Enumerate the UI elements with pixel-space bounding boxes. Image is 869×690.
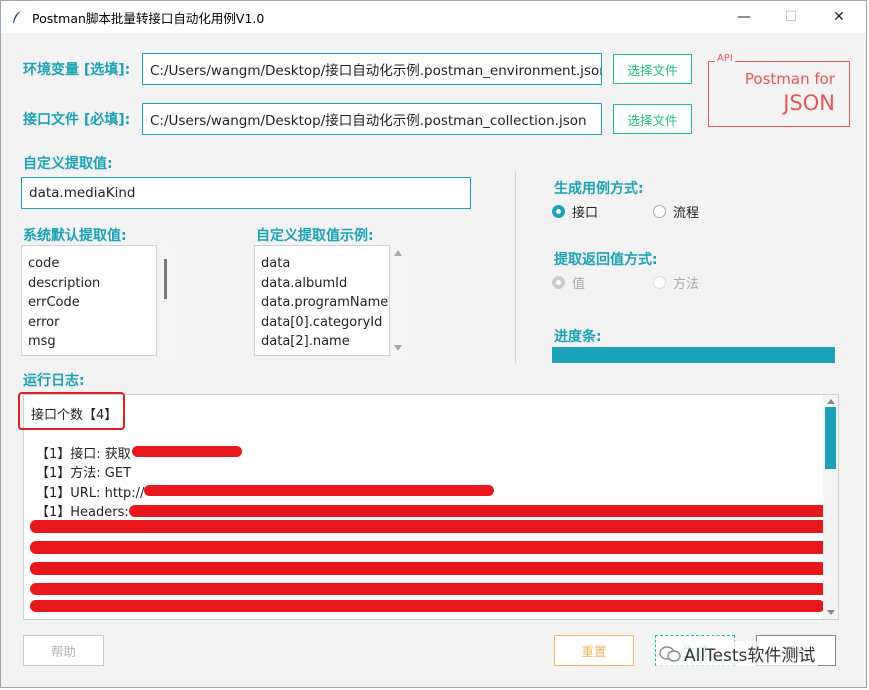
api-badge-legend: API	[715, 53, 735, 64]
feather-icon	[13, 11, 21, 23]
radio-selected-icon	[552, 205, 565, 218]
generate-mode-flow-radio[interactable]: 流程	[653, 202, 699, 221]
scroll-down-icon[interactable]	[827, 610, 835, 615]
maximize-button[interactable]: ☐	[768, 1, 814, 33]
redaction-mark	[30, 541, 830, 554]
progress-bar	[552, 347, 835, 363]
extract-mode-method-radio[interactable]: 方法	[653, 273, 699, 292]
api-badge: API Postman for JSON	[708, 53, 850, 127]
scrollbar-thumb[interactable]	[825, 407, 836, 469]
close-button[interactable]: ✕	[816, 1, 862, 33]
generate-mode-label: 生成用例方式:	[554, 181, 644, 197]
minimize-button[interactable]: —	[721, 1, 767, 33]
api-file-choose-file-button[interactable]: 选择文件	[613, 104, 692, 134]
default-extract-list[interactable]: code description errCode error msg	[21, 245, 157, 356]
list-item[interactable]: data.programName	[255, 293, 389, 313]
list-item[interactable]: data[2].name	[255, 332, 389, 352]
redaction-mark	[30, 562, 830, 575]
redaction-mark	[30, 583, 830, 595]
redaction-mark	[144, 485, 494, 496]
list-item[interactable]: msg	[22, 332, 156, 352]
radio-label: 值	[572, 277, 586, 292]
list-item[interactable]: description	[22, 274, 156, 294]
example-extract-scrollbar[interactable]	[391, 245, 406, 356]
extract-mode-value-radio[interactable]: 值	[552, 273, 585, 292]
list-item[interactable]: data	[255, 254, 389, 274]
list-item[interactable]: errCode	[22, 293, 156, 313]
scroll-up-icon[interactable]	[827, 399, 835, 404]
extract-mode-label: 提取返回值方式:	[554, 252, 658, 268]
radio-label: 流程	[673, 206, 700, 221]
log-label: 运行日志:	[23, 373, 85, 389]
env-choose-file-button[interactable]: 选择文件	[613, 54, 692, 84]
title-bar: Postman脚本批量转接口自动化用例V1.0 — ☐ ✕	[1, 1, 866, 33]
radio-selected-icon	[552, 276, 565, 289]
list-item[interactable]: data[0].categoryId	[255, 313, 389, 333]
highlight-annotation	[18, 392, 125, 430]
redaction-mark	[30, 600, 825, 612]
app-window: Postman脚本批量转接口自动化用例V1.0 — ☐ ✕ 环境变量 [选填]:…	[0, 0, 867, 688]
default-extract-scrollbar[interactable]	[158, 245, 174, 356]
watermark: AllTests软件测试	[656, 641, 819, 666]
radio-unselected-icon	[653, 205, 666, 218]
list-item[interactable]: data.albumId	[255, 274, 389, 294]
redaction-mark	[30, 520, 830, 533]
radio-label: 方法	[673, 277, 700, 292]
custom-extract-label: 自定义提取值:	[23, 156, 113, 172]
log-line: 【1】方法: GET	[36, 466, 132, 481]
redaction-mark	[132, 446, 242, 457]
example-extract-label: 自定义提取值示例:	[256, 228, 374, 244]
api-file-path-field[interactable]: C:/Users/wangm/Desktop/接口自动化示例.postman_c…	[142, 103, 602, 135]
scroll-up-icon[interactable]	[394, 250, 402, 256]
list-item[interactable]: code	[22, 254, 156, 274]
radio-label: 接口	[572, 206, 599, 221]
default-extract-label: 系统默认提取值:	[23, 228, 127, 244]
custom-extract-field[interactable]: data.mediaKind	[21, 177, 471, 209]
radio-unselected-icon	[653, 276, 666, 289]
log-line: 【1】URL: http://	[36, 486, 145, 501]
log-line: 【1】Headers:	[36, 505, 129, 520]
api-badge-line1: Postman for	[744, 70, 835, 88]
watermark-text: AllTests软件测试	[684, 646, 816, 666]
reset-button[interactable]: 重置	[554, 635, 634, 666]
api-file-label: 接口文件 [必填]:	[23, 112, 131, 128]
vertical-divider	[515, 171, 516, 363]
help-button[interactable]: 帮助	[23, 635, 104, 666]
env-path-field[interactable]: C:/Users/wangm/Desktop/接口自动化示例.postman_e…	[142, 53, 602, 85]
api-badge-line2: JSON	[783, 91, 835, 115]
wechat-icon	[659, 645, 681, 662]
log-textarea[interactable]: 接口个数【4】 【1】接口: 获取 【1】方法: GET 【1】URL: htt…	[23, 394, 839, 620]
redaction-mark	[129, 505, 829, 517]
scroll-down-icon[interactable]	[394, 345, 402, 351]
window-title: Postman脚本批量转接口自动化用例V1.0	[32, 10, 265, 26]
generate-mode-api-radio[interactable]: 接口	[552, 202, 598, 221]
example-extract-list[interactable]: data data.albumId data.programName data[…	[254, 245, 390, 356]
env-label: 环境变量 [选填]:	[23, 62, 131, 78]
list-item[interactable]: error	[22, 313, 156, 333]
log-line: 【1】接口: 获取	[36, 447, 131, 462]
log-scrollbar[interactable]	[823, 395, 838, 619]
scrollbar-thumb[interactable]	[164, 259, 167, 299]
progress-label: 进度条:	[554, 329, 602, 345]
